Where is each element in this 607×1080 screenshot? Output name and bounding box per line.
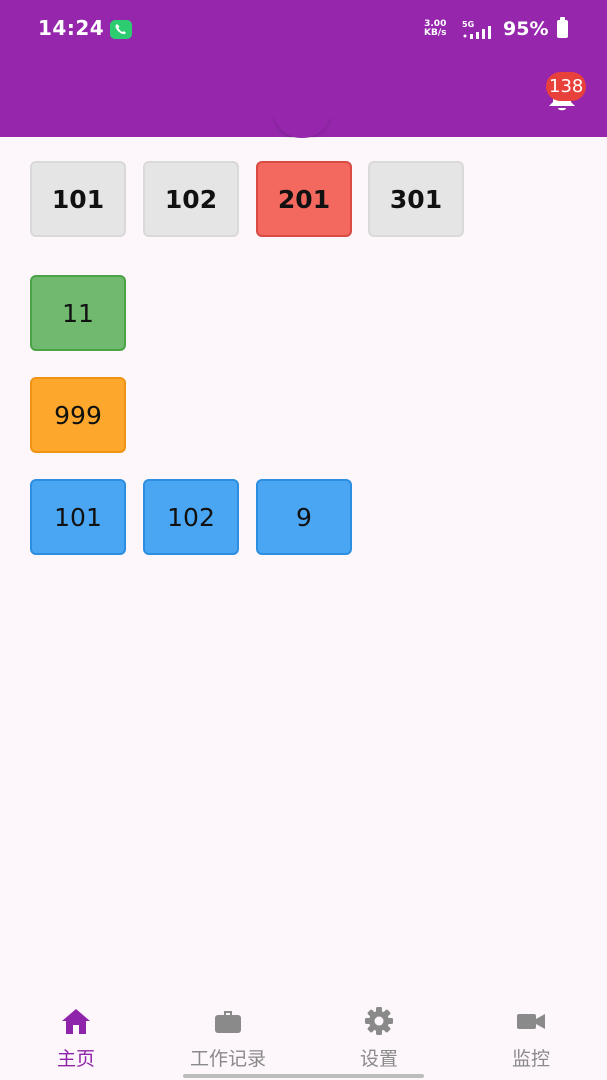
nav-label-home: 主页	[56, 1048, 95, 1070]
home-icon	[62, 1009, 90, 1034]
nav-item-settings[interactable]: 设置	[309, 990, 449, 1080]
room-tile-101[interactable]: 101	[30, 161, 126, 237]
home-indicator[interactable]	[183, 1074, 424, 1078]
orange-tile-999[interactable]: 999	[30, 377, 126, 453]
phone-icon	[110, 20, 132, 39]
nav-label-monitoring: 监控	[511, 1048, 550, 1070]
signal-bars-icon	[463, 26, 491, 39]
notification-badge[interactable]: 138	[546, 72, 587, 101]
nav-item-home[interactable]: 主页	[6, 990, 146, 1080]
floating-action-button[interactable]	[272, 118, 332, 138]
signal-indicator: 5G	[462, 20, 498, 40]
video-camera-icon	[517, 1014, 545, 1029]
bottom-navigation: 主页 工作记录 设置 监控	[0, 990, 607, 1080]
briefcase-icon	[215, 1011, 241, 1033]
room-tile-301[interactable]: 301	[368, 161, 464, 237]
app-bar: 14:24 3.00 KB/s 5G 95% 138	[0, 0, 607, 137]
status-time: 14:24	[38, 16, 105, 40]
room-tile-201[interactable]: 201	[256, 161, 352, 237]
green-tile-11[interactable]: 11	[30, 275, 126, 351]
room-tile-102[interactable]: 102	[143, 161, 239, 237]
nav-label-settings: 设置	[359, 1048, 398, 1070]
blue-tile-102[interactable]: 102	[143, 479, 239, 555]
nav-item-monitoring[interactable]: 监控	[461, 990, 601, 1080]
nav-label-work-records: 工作记录	[189, 1048, 266, 1070]
network-speed: 3.00 KB/s	[424, 20, 446, 38]
battery-percentage: 95%	[503, 18, 549, 40]
battery-icon	[557, 17, 568, 38]
nav-item-work-records[interactable]: 工作记录	[158, 990, 298, 1080]
network-speed-unit: KB/s	[424, 28, 447, 38]
blue-tile-9[interactable]: 9	[256, 479, 352, 555]
gear-icon	[365, 1007, 393, 1035]
blue-tile-101[interactable]: 101	[30, 479, 126, 555]
